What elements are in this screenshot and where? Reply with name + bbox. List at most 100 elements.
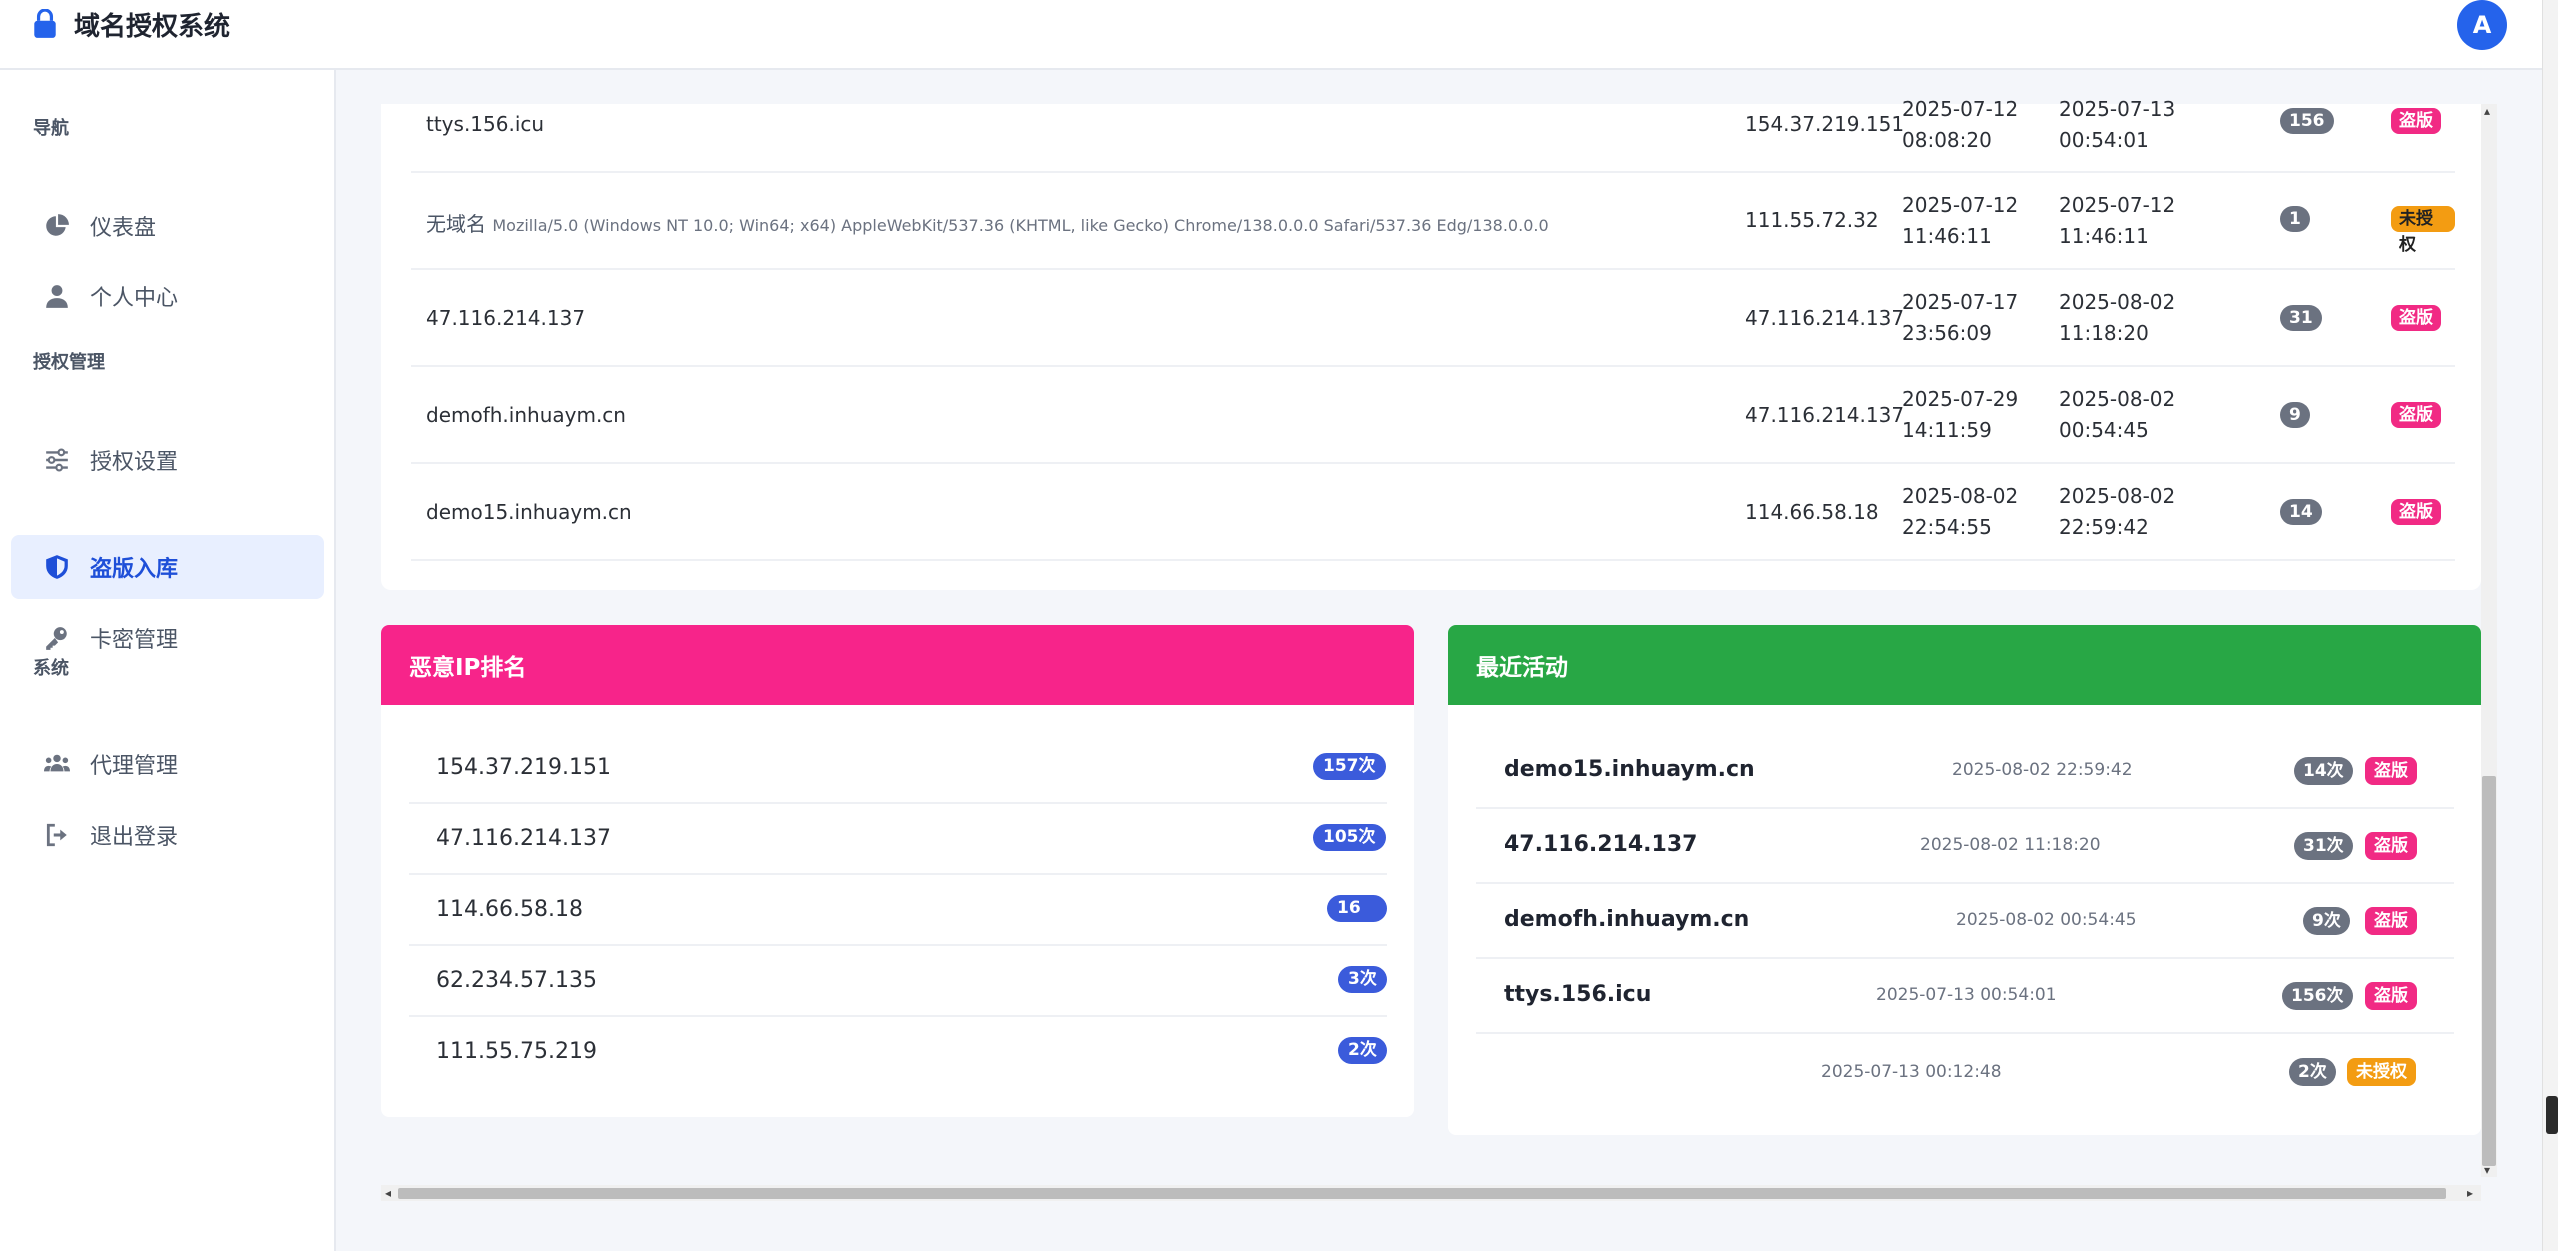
table-row[interactable]: 无域名 Mozilla/5.0 (Windows NT 10.0; Win64;… (411, 173, 2455, 270)
activity-count-badge: 31次 (2294, 832, 2353, 860)
malicious-ip-ranking-panel: 恶意IP排名 154.37.219.151 157次 47.116.214.13… (381, 625, 1414, 1117)
list-item[interactable]: 2025-07-13 00:12:48 2次 未授权 (1476, 1034, 2454, 1109)
scroll-left-icon[interactable]: ◂ (385, 1186, 391, 1200)
sidebar-item-auth-settings[interactable]: 授权设置 (11, 428, 324, 492)
record-count-badge: 31 (2280, 305, 2322, 331)
scroll-right-icon[interactable]: ▸ (2467, 1186, 2473, 1200)
record-first-seen: 2025-08-02 22:54:55 (1902, 484, 2019, 539)
status-badge: 盗版 (2365, 757, 2417, 785)
record-first-seen: 2025-07-1200:54:0108:08:20 (1902, 97, 2019, 152)
ip-address: 114.66.58.18 (436, 897, 583, 922)
record-count-badge: 14 (2280, 499, 2322, 525)
record-count-badge: 1 (2280, 206, 2310, 232)
activity-count-badge: 14次 (2294, 757, 2353, 785)
shield-icon (46, 555, 68, 579)
record-count-badge: 9 (2280, 402, 2310, 428)
hit-count-badge: 3次 (1338, 966, 1387, 993)
status-badge: 未授权 (2391, 206, 2455, 255)
sidebar-item-label: 个人中心 (90, 286, 179, 311)
sidebar-section-title: 系统 (33, 658, 69, 679)
ip-address: 47.116.214.137 (436, 826, 611, 851)
activity-time: 2025-08-02 22:59:42 (1952, 760, 2133, 780)
page-vertical-scrollbar[interactable] (2542, 0, 2558, 1251)
side-panel-handle[interactable] (2546, 1096, 2558, 1134)
sidebar: 导航 仪表盘 个人中心 授权管理 授权设置 盗版入库 卡密管理 系统 代理管理 … (0, 70, 336, 1251)
record-last-seen: 2025-08-02 22:59:42 (2059, 484, 2176, 539)
list-item[interactable]: ttys.156.icu 2025-07-13 00:54:01 156次 盗版 (1476, 959, 2454, 1034)
hit-count-badge: 16次 (1327, 895, 1387, 945)
logout-icon (46, 823, 67, 847)
recent-activity-panel: 最近活动 demo15.inhuaym.cn 2025-08-02 22:59:… (1448, 625, 2481, 1135)
sidebar-item-label: 仪表盘 (90, 216, 157, 241)
list-item[interactable]: demofh.inhuaym.cn 2025-08-02 00:54:45 9次… (1476, 884, 2454, 959)
record-last-seen: 2025-08-02 11:18:20 (2059, 290, 2176, 345)
record-first-seen: 2025-07-12 11:46:11 (1902, 193, 2019, 248)
record-last-seen: 2025-08-02 00:54:45 (2059, 387, 2176, 442)
brand[interactable]: 域名授权系统 (32, 6, 230, 42)
user-icon (46, 285, 68, 308)
list-item[interactable]: 47.116.214.137 105次 (409, 804, 1387, 875)
scroll-up-icon[interactable]: ▴ (2484, 104, 2490, 118)
activity-count-badge: 9次 (2303, 907, 2350, 935)
record-domain: demofh.inhuaym.cn (426, 403, 626, 427)
list-item[interactable]: 114.66.58.18 16次 (409, 875, 1387, 946)
hit-count-badge: 2次 (1338, 1037, 1387, 1064)
sidebar-item-logout[interactable]: 退出登录 (11, 803, 324, 867)
list-item[interactable]: 62.234.57.135 3次 (409, 946, 1387, 1017)
status-badge: 盗版 (2391, 499, 2441, 525)
record-count-badge: 156 (2280, 108, 2334, 134)
scrollbar-thumb[interactable] (398, 1188, 2446, 1199)
ip-address: 154.37.219.151 (436, 755, 611, 780)
table-row[interactable]: ttys.156.icu 154.37.219.151 2025-07-1200… (411, 97, 2455, 173)
hit-count-badge: 105次 (1313, 824, 1386, 851)
list-item[interactable]: 111.55.75.219 2次 (409, 1017, 1387, 1088)
top-header: 域名授权系统 A (0, 0, 2542, 70)
sidebar-item-label: 授权设置 (90, 450, 179, 475)
record-ip: 47.116.214.137 (1745, 403, 1905, 427)
sidebar-item-label: 退出登录 (90, 825, 179, 850)
sidebar-item-label: 盗版入库 (90, 557, 179, 582)
status-badge: 盗版 (2391, 305, 2441, 331)
scrollbar-thumb[interactable] (2482, 776, 2496, 1166)
list-item[interactable]: 47.116.214.137 2025-08-02 11:18:20 31次 盗… (1476, 809, 2454, 884)
activity-domain: 47.116.214.137 (1504, 832, 1698, 857)
table-row[interactable]: demofh.inhuaym.cn 47.116.214.137 2025-07… (411, 367, 2455, 464)
sidebar-item-profile[interactable]: 个人中心 (11, 264, 324, 328)
record-last-seen: 2025-07-13 00:54:01 (2059, 97, 2176, 152)
list-item[interactable]: 154.37.219.151 157次 (409, 733, 1387, 804)
activity-count-badge: 156次 (2282, 982, 2353, 1010)
sidebar-section-title: 授权管理 (33, 352, 105, 373)
piracy-records-table: ttys.156.icu 154.37.219.151 2025-07-1200… (381, 97, 2481, 590)
status-badge: 盗版 (2365, 832, 2417, 860)
status-badge: 盗版 (2365, 907, 2417, 935)
record-domain: ttys.156.icu (426, 112, 545, 136)
activity-domain: ttys.156.icu (1504, 982, 1652, 1007)
sidebar-item-dashboard[interactable]: 仪表盘 (11, 194, 324, 258)
sidebar-item-label: 代理管理 (90, 754, 179, 779)
lock-icon (34, 9, 56, 38)
record-first-seen: 2025-07-29 14:11:59 (1902, 387, 2019, 442)
sidebar-section-title: 导航 (33, 118, 69, 139)
record-ip: 47.116.214.137 (1745, 306, 1905, 330)
table-row[interactable]: demo15.inhuaym.cn 114.66.58.18 2025-08-0… (411, 464, 2455, 561)
record-ip: 154.37.219.151 (1745, 112, 1905, 136)
record-domain: demo15.inhuaym.cn (426, 500, 632, 524)
key-icon (46, 627, 67, 650)
table-row[interactable]: 47.116.214.137 47.116.214.137 2025-07-17… (411, 270, 2455, 367)
panel-title: 最近活动 (1448, 625, 2481, 705)
status-badge: 盗版 (2391, 402, 2441, 428)
record-ip: 114.66.58.18 (1745, 500, 1879, 524)
record-last-seen: 2025-07-12 11:46:11 (2059, 193, 2176, 248)
user-avatar[interactable]: A (2457, 0, 2507, 50)
record-domain: 47.116.214.137 (426, 306, 586, 330)
sidebar-item-agents[interactable]: 代理管理 (11, 732, 324, 796)
sidebar-item-piracy-db[interactable]: 盗版入库 (11, 535, 324, 599)
ip-address: 111.55.75.219 (436, 1039, 597, 1064)
hit-count-badge: 157次 (1313, 753, 1386, 780)
record-user-agent: Mozilla/5.0 (Windows NT 10.0; Win64; x64… (492, 216, 1549, 235)
status-badge: 未授权 (2347, 1058, 2416, 1086)
list-item[interactable]: demo15.inhuaym.cn 2025-08-02 22:59:42 14… (1476, 734, 2454, 809)
sidebar-item-label: 卡密管理 (90, 628, 179, 653)
record-domain: 无域名 Mozilla/5.0 (Windows NT 10.0; Win64;… (426, 212, 1549, 236)
scroll-down-icon[interactable]: ▾ (2484, 1163, 2490, 1177)
